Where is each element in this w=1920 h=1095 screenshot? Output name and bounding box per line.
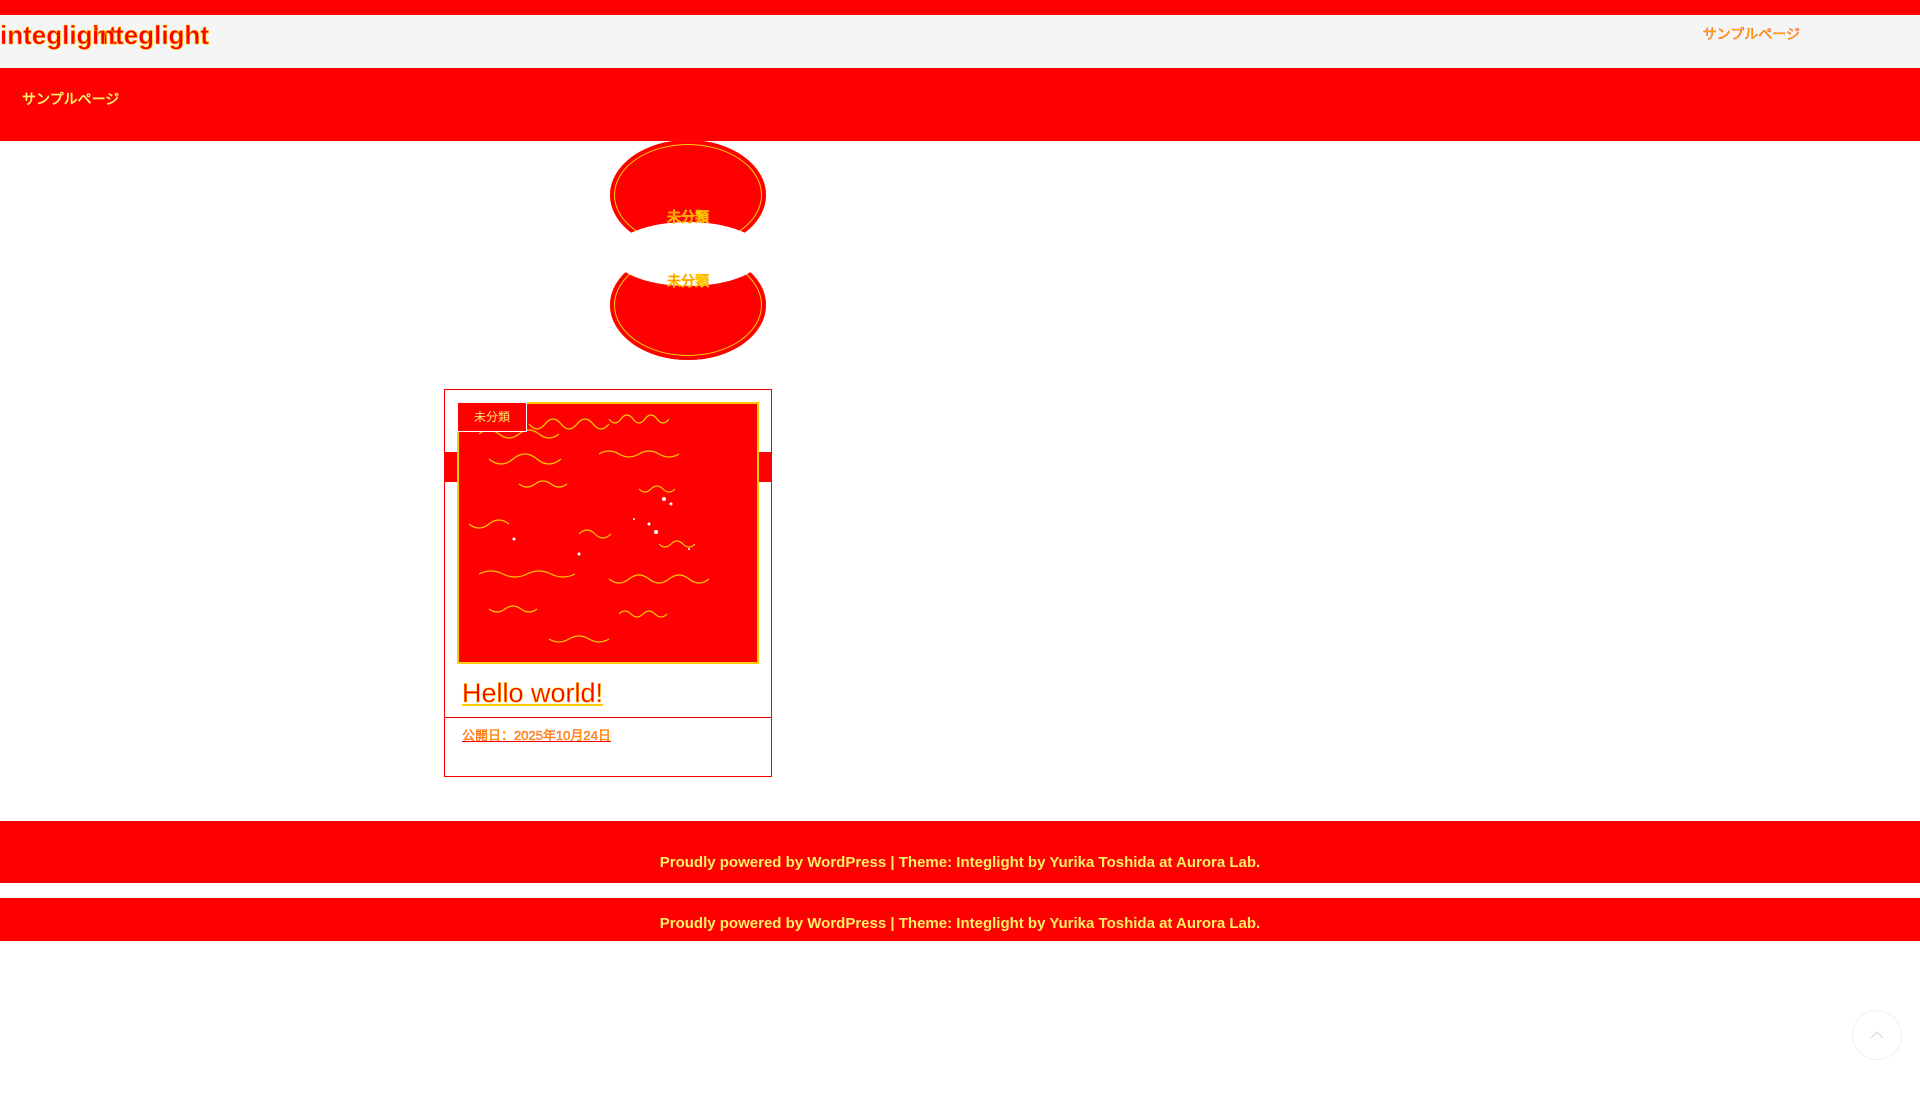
- main-navbar: サンプルページ: [0, 68, 1920, 141]
- category-link-2[interactable]: 未分類: [610, 271, 766, 291]
- credit-separator: |: [886, 854, 899, 871]
- thumbnail-image: [459, 404, 757, 662]
- site-title-link-duplicate[interactable]: integlight: [92, 20, 210, 51]
- top-stripe: [0, 0, 1920, 15]
- footer-band-1: [0, 821, 1920, 883]
- category-link-1[interactable]: 未分類: [610, 207, 766, 227]
- theme-credit-link[interactable]: Theme: Integlight by Yurika Toshida at A…: [899, 854, 1260, 871]
- wordpress-link[interactable]: Proudly powered by WordPress: [660, 915, 886, 932]
- wordpress-link[interactable]: Proudly powered by WordPress: [660, 854, 886, 871]
- header-nav-sample-page[interactable]: サンプルページ: [1703, 24, 1801, 44]
- site-header: integlight integlight サンプルページ: [0, 15, 1920, 69]
- navbar-sample-page-link[interactable]: サンプルページ: [22, 89, 119, 109]
- back-to-top-button[interactable]: [1852, 1010, 1902, 1060]
- credit-separator: |: [886, 915, 899, 932]
- post-card: 未分類 Hello world! 公開日：2025年10月24日: [444, 389, 772, 777]
- post-title-link[interactable]: Hello world!: [462, 678, 604, 709]
- chevron-up-icon: [1870, 1030, 1884, 1039]
- footer-credit-2: Proudly powered by WordPress | Theme: In…: [0, 915, 1920, 932]
- theme-credit-link[interactable]: Theme: Integlight by Yurika Toshida at A…: [899, 915, 1260, 932]
- post-category-badge[interactable]: 未分類: [457, 402, 527, 432]
- post-date[interactable]: 公開日：2025年10月24日: [462, 725, 611, 744]
- post-thumbnail[interactable]: [457, 402, 759, 664]
- footer-credit-1: Proudly powered by WordPress | Theme: In…: [0, 854, 1920, 871]
